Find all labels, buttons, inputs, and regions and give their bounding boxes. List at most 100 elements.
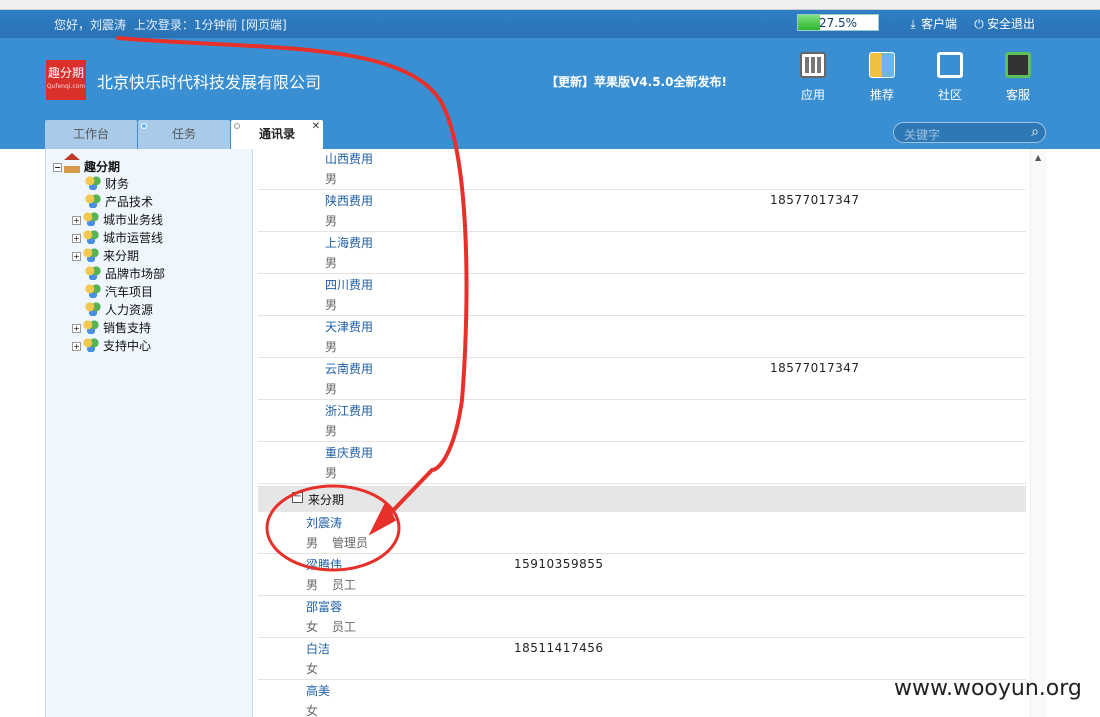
tab-workbench[interactable]: 工作台 <box>45 120 137 149</box>
contact-role: 员工 <box>332 578 357 592</box>
contact-gender: 女 <box>306 620 319 634</box>
client-link[interactable]: ⤓ 客户端 <box>907 15 957 32</box>
apps-label: 应用 <box>800 88 825 102</box>
contact-name[interactable]: 邵富蓉 <box>306 598 342 615</box>
contact-phone: 18577017347 <box>770 193 860 207</box>
tree-item[interactable]: 产品技术 <box>72 193 153 211</box>
contact-name[interactable]: 高美 <box>306 682 330 699</box>
expand-icon[interactable]: + <box>72 216 81 225</box>
contact-gender: 男 <box>325 424 338 438</box>
tree-root-label: 趣分期 <box>84 160 121 174</box>
contact-row[interactable]: 上海费用男 <box>258 232 1026 274</box>
tree-item-label: 人力资源 <box>105 303 154 317</box>
expand-icon[interactable]: + <box>72 234 81 243</box>
tree-item-label: 来分期 <box>103 249 140 263</box>
logo-text: 趣分期 <box>47 66 84 80</box>
tab-dot-icon <box>234 123 240 129</box>
tree-item-label: 财务 <box>105 177 130 191</box>
contact-meta: 女员工 <box>306 618 356 635</box>
tree-item[interactable]: 品牌市场部 <box>72 265 165 283</box>
contact-meta: 女 <box>306 660 332 677</box>
recommend-label: 推荐 <box>869 88 894 102</box>
contact-row[interactable]: 梁腾伟男员工 15910359855 <box>258 554 1026 596</box>
tree-item[interactable]: + 销售支持 <box>72 319 151 337</box>
tree-item[interactable]: 汽车项目 <box>72 283 153 301</box>
contact-row[interactable]: 浙江费用男 <box>258 400 1026 442</box>
tree-root[interactable]: − 趣分期 <box>53 153 121 176</box>
collapse-icon[interactable]: − <box>53 163 62 172</box>
expand-icon[interactable]: + <box>72 324 81 333</box>
tab-label: 任务 <box>171 127 196 141</box>
contact-row[interactable]: 山西费用男 <box>258 149 1026 190</box>
scrollbar[interactable]: ▲ <box>1030 149 1047 717</box>
close-icon[interactable]: ✕ <box>312 112 320 141</box>
company-name: 北京快乐时代科技发展有限公司 <box>97 73 322 92</box>
tree-item-label: 城市业务线 <box>103 213 164 227</box>
contact-name[interactable]: 浙江费用 <box>325 402 373 419</box>
logo-subtext: Qufenqi.com <box>46 83 86 90</box>
tree-item-label: 汽车项目 <box>105 285 154 299</box>
tree-item[interactable]: + 支持中心 <box>72 337 151 355</box>
contact-gender: 男 <box>325 172 338 186</box>
contact-phone: 18511417456 <box>514 641 604 655</box>
apps-button[interactable]: 应用 <box>788 52 838 103</box>
tab-tasks[interactable]: 任务 <box>138 120 230 149</box>
contact-phone: 18577017347 <box>770 361 860 375</box>
community-label: 社区 <box>937 88 962 102</box>
contact-row[interactable]: 邵富蓉女员工 <box>258 596 1026 638</box>
expand-icon[interactable]: + <box>72 252 81 261</box>
contact-name[interactable]: 重庆费用 <box>325 444 373 461</box>
tree-item[interactable]: 人力资源 <box>72 301 153 319</box>
group-icon <box>83 338 99 352</box>
group-icon <box>85 176 101 190</box>
contact-gender: 女 <box>306 662 319 676</box>
contact-name[interactable]: 梁腾伟 <box>306 556 342 573</box>
contact-name[interactable]: 白洁 <box>306 640 330 657</box>
contact-meta: 男 <box>325 464 337 481</box>
tab-contacts[interactable]: 通讯录 ✕ <box>231 120 323 149</box>
contact-name[interactable]: 上海费用 <box>325 234 373 251</box>
update-notice[interactable]: 【更新】苹果版V4.5.0全新发布! <box>546 73 727 90</box>
contact-name[interactable]: 云南费用 <box>325 360 373 377</box>
group-icon <box>85 194 101 208</box>
support-icon <box>1005 52 1031 78</box>
tab-label: 工作台 <box>72 127 109 141</box>
contact-gender: 男 <box>325 466 338 480</box>
group-header[interactable]: − 来分期 <box>258 486 1026 512</box>
contact-gender: 男 <box>325 298 338 312</box>
contact-gender: 男 <box>306 536 319 550</box>
group-icon <box>83 248 99 262</box>
contact-meta: 男员工 <box>306 576 356 593</box>
expand-icon[interactable]: + <box>72 342 81 351</box>
support-button[interactable]: 客服 <box>993 52 1043 103</box>
tree-item[interactable]: + 来分期 <box>72 247 139 265</box>
contact-row[interactable]: 天津费用男 <box>258 316 1026 358</box>
community-button[interactable]: 社区 <box>925 52 975 103</box>
scroll-up-icon[interactable]: ▲ <box>1035 153 1041 162</box>
watermark: www.wooyun.org <box>894 676 1082 701</box>
contact-name[interactable]: 陕西费用 <box>325 192 373 209</box>
contact-name[interactable]: 山西费用 <box>325 150 373 167</box>
logout-link[interactable]: ⏻ 安全退出 <box>973 15 1035 32</box>
user-bar: 您好，刘震涛 上次登录：1分钟前 [网页端] 27.5% ⤓ 客户端 ⏻ 安全退出 <box>0 10 1100 38</box>
contact-row[interactable]: 四川费用男 <box>258 274 1026 316</box>
tree-item[interactable]: 财务 <box>72 175 129 193</box>
search-input[interactable]: 关键字 ⌕ <box>893 122 1046 143</box>
contact-name[interactable]: 刘震涛 <box>306 514 342 531</box>
tree-item[interactable]: + 城市业务线 <box>72 211 163 229</box>
contact-row[interactable]: 陕西费用男 18577017347 <box>258 190 1026 232</box>
contact-role: 管理员 <box>332 536 369 550</box>
contact-name[interactable]: 天津费用 <box>325 318 373 335</box>
tab-bar: 工作台 任务 通讯录 ✕ 关键字 ⌕ <box>0 118 1100 149</box>
contact-row[interactable]: 刘震涛男管理员 <box>258 512 1026 554</box>
search-icon[interactable]: ⌕ <box>1031 124 1039 140</box>
contact-gender: 男 <box>325 340 338 354</box>
contact-row[interactable]: 云南费用男 18577017347 <box>258 358 1026 400</box>
recommend-button[interactable]: 推荐 <box>857 52 907 103</box>
contact-row[interactable]: 重庆费用男 <box>258 442 1026 484</box>
browser-edge <box>0 0 1100 10</box>
contact-row[interactable]: 白洁女 18511417456 <box>258 638 1026 680</box>
tree-item[interactable]: + 城市运营线 <box>72 229 163 247</box>
contact-name[interactable]: 四川费用 <box>325 276 373 293</box>
collapse-icon[interactable]: − <box>292 492 303 503</box>
